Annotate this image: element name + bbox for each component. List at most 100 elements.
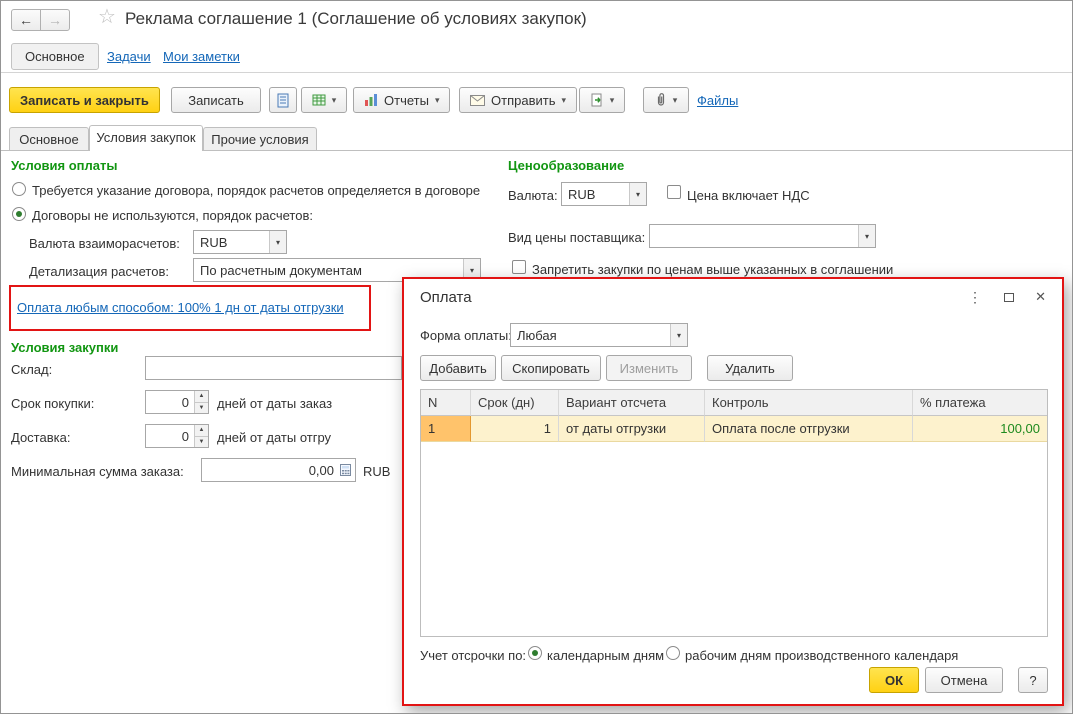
related-documents-button[interactable]: ▾ xyxy=(301,87,347,113)
help-button[interactable]: ? xyxy=(1018,667,1048,693)
payment-form-combo[interactable]: Любая ▾ xyxy=(510,323,688,347)
ok-button[interactable]: ОК xyxy=(869,667,919,693)
cell-percent[interactable]: 100,00 xyxy=(913,416,1047,442)
table-header-row: N Срок (дн) Вариант отсчета Контроль % п… xyxy=(421,390,1047,416)
column-header-term[interactable]: Срок (дн) xyxy=(471,390,559,416)
create-based-on-icon xyxy=(590,93,604,107)
spin-down-icon[interactable]: ▼ xyxy=(195,402,208,413)
chevron-down-icon: ▾ xyxy=(609,94,615,105)
cell-control[interactable]: Оплата после отгрузки xyxy=(705,416,913,442)
restrict-prices-checkbox[interactable] xyxy=(512,260,526,274)
column-header-control[interactable]: Контроль xyxy=(705,390,913,416)
radio-no-contract-label[interactable]: Договоры не используются, порядок расчет… xyxy=(32,208,313,223)
paperclip-icon xyxy=(655,93,667,107)
send-button-label: Отправить xyxy=(491,92,556,108)
chevron-down-icon: ▾ xyxy=(331,94,337,105)
chevron-down-icon: ▾ xyxy=(561,94,566,105)
copy-button[interactable]: Скопировать xyxy=(501,355,601,381)
purchase-term-value: 0 xyxy=(181,394,189,410)
min-order-sum-value: 0,00 xyxy=(308,462,334,478)
tab-main[interactable]: Основное xyxy=(9,127,89,151)
back-button[interactable]: ← xyxy=(11,9,41,31)
vat-included-label[interactable]: Цена включает НДС xyxy=(687,188,810,203)
calculator-icon[interactable] xyxy=(338,464,353,476)
purchase-term-label: Срок покупки: xyxy=(11,396,95,411)
settlement-currency-combo[interactable]: RUB ▾ xyxy=(193,230,287,254)
envelope-icon xyxy=(470,94,485,106)
delivery-stepper[interactable]: 0 ▲ ▼ xyxy=(145,424,209,448)
delivery-value: 0 xyxy=(181,428,189,444)
column-header-variant[interactable]: Вариант отсчета xyxy=(559,390,705,416)
files-link[interactable]: Файлы xyxy=(697,93,738,108)
cell-term[interactable]: 1 xyxy=(471,416,559,442)
tab-other-terms[interactable]: Прочие условия xyxy=(203,127,317,151)
add-button[interactable]: Добавить xyxy=(420,355,496,381)
spin-up-icon[interactable]: ▲ xyxy=(195,425,208,437)
supplier-price-type-label: Вид цены поставщика: xyxy=(508,230,646,245)
chevron-down-icon[interactable]: ▾ xyxy=(670,324,687,346)
more-menu-icon[interactable]: ⋮ xyxy=(968,290,982,304)
purchase-term-stepper[interactable]: 0 ▲ ▼ xyxy=(145,390,209,414)
purchase-terms-header: Условия закупки xyxy=(11,340,119,355)
radio-working-days[interactable] xyxy=(666,646,680,660)
radio-working-days-label[interactable]: рабочим дням производственного календаря xyxy=(685,648,958,663)
min-order-sum-currency: RUB xyxy=(363,464,391,479)
forward-button[interactable]: → xyxy=(40,9,70,31)
chevron-down-icon[interactable]: ▾ xyxy=(269,231,286,253)
nav-link-notes[interactable]: Мои заметки xyxy=(163,49,240,64)
radio-calendar-days-label[interactable]: календарным дням xyxy=(547,648,664,663)
create-based-on-button[interactable]: ▾ xyxy=(579,87,625,113)
supplier-price-type-combo[interactable]: ▾ xyxy=(649,224,876,248)
document-icon xyxy=(276,93,290,108)
delivery-label: Доставка: xyxy=(11,430,71,445)
cancel-button[interactable]: Отмена xyxy=(925,667,1003,693)
warehouse-input[interactable] xyxy=(145,356,402,380)
column-header-percent[interactable]: % платежа xyxy=(913,390,1047,416)
settlement-currency-label: Валюта взаиморасчетов: xyxy=(29,236,180,251)
settlement-currency-value: RUB xyxy=(200,234,228,250)
pricing-header: Ценообразование xyxy=(508,158,625,173)
reports-button-label: Отчеты xyxy=(384,92,429,108)
warehouse-label: Склад: xyxy=(11,362,53,377)
radio-contract-required-label[interactable]: Требуется указание договора, порядок рас… xyxy=(32,183,480,198)
spin-down-icon[interactable]: ▼ xyxy=(195,436,208,447)
save-close-button[interactable]: Записать и закрыть xyxy=(9,87,160,113)
payment-schedule-link[interactable]: Оплата любым способом: 100% 1 дн от даты… xyxy=(17,300,344,315)
nav-tab-main[interactable]: Основное xyxy=(11,43,99,70)
app-window: ← → ☆ Реклама соглашение 1 (Соглашение о… xyxy=(0,0,1073,714)
spin-up-icon[interactable]: ▲ xyxy=(195,391,208,403)
pricing-currency-combo[interactable]: RUB ▾ xyxy=(561,182,647,206)
close-icon[interactable]: ✕ xyxy=(1035,290,1046,303)
min-order-sum-input[interactable]: 0,00 xyxy=(201,458,356,482)
edit-button[interactable]: Изменить xyxy=(606,355,692,381)
chevron-down-icon: ▾ xyxy=(434,94,440,105)
attachment-button[interactable]: ▾ xyxy=(643,87,689,113)
document-journal-button[interactable] xyxy=(269,87,297,113)
payment-schedule-table: N Срок (дн) Вариант отсчета Контроль % п… xyxy=(420,389,1048,637)
radio-calendar-days[interactable] xyxy=(528,646,542,660)
restrict-prices-label[interactable]: Запретить закупки по ценам выше указанны… xyxy=(532,262,893,277)
deferral-label: Учет отсрочки по: xyxy=(420,648,527,663)
vat-included-checkbox[interactable] xyxy=(667,185,681,199)
cell-variant[interactable]: от даты отгрузки xyxy=(559,416,705,442)
favorite-star-icon[interactable]: ☆ xyxy=(98,7,116,27)
save-button[interactable]: Записать xyxy=(171,87,261,113)
column-header-n[interactable]: N xyxy=(421,390,471,416)
tab-purchase-terms[interactable]: Условия закупок xyxy=(89,125,203,151)
cell-n[interactable]: 1 xyxy=(421,416,471,442)
table-empty-area xyxy=(421,442,1047,636)
nav-divider xyxy=(1,72,1072,73)
settlement-detail-label: Детализация расчетов: xyxy=(29,264,169,279)
nav-link-tasks[interactable]: Задачи xyxy=(107,49,151,64)
table-row[interactable]: 1 1 от даты отгрузки Оплата после отгруз… xyxy=(421,416,1047,442)
supplier-price-type-value xyxy=(650,225,858,247)
delete-button[interactable]: Удалить xyxy=(707,355,793,381)
bar-chart-icon xyxy=(364,93,378,107)
radio-no-contract[interactable] xyxy=(12,207,26,221)
reports-button[interactable]: Отчеты ▾ xyxy=(353,87,451,113)
chevron-down-icon[interactable]: ▾ xyxy=(858,225,875,247)
send-button[interactable]: Отправить ▾ xyxy=(459,87,577,113)
maximize-icon[interactable] xyxy=(1004,293,1014,302)
chevron-down-icon[interactable]: ▾ xyxy=(629,183,646,205)
radio-contract-required[interactable] xyxy=(12,182,26,196)
